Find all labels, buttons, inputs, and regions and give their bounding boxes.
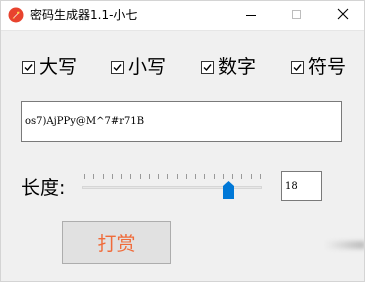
- slider-tick: [250, 174, 252, 179]
- slider-tick: [213, 174, 215, 179]
- symbols-label: 符号: [308, 56, 347, 78]
- slider-tick: [222, 174, 224, 179]
- slider-tick: [93, 174, 95, 179]
- slider-tick: [139, 174, 141, 179]
- close-button[interactable]: [320, 0, 365, 30]
- uppercase-label: 大写: [39, 56, 78, 78]
- slider-tick: [167, 174, 169, 179]
- decorative-shadow: [325, 241, 365, 249]
- slider-tick: [232, 174, 234, 179]
- slider-tick: [204, 174, 206, 179]
- checkmark-icon: [293, 63, 302, 71]
- window-title: 密码生成器1.1-小七: [30, 8, 138, 22]
- symbols-checkbox[interactable]: 符号: [291, 55, 346, 79]
- length-value: 18: [285, 181, 298, 192]
- password-output-field[interactable]: os7)AjPPy@M^7#r71B: [21, 101, 342, 142]
- maximize-button[interactable]: [274, 0, 320, 30]
- slider-tick: [84, 174, 85, 179]
- checkbox-box[interactable]: [111, 60, 124, 74]
- slider-tick: [241, 174, 243, 179]
- donate-button[interactable]: 打赏: [62, 221, 171, 264]
- donate-label: 打赏: [97, 233, 136, 255]
- checkbox-box[interactable]: [291, 60, 304, 74]
- digits-label: 数字: [218, 56, 257, 78]
- slider-tick: [158, 174, 160, 179]
- uppercase-checkbox[interactable]: 大写: [22, 55, 77, 79]
- slider-thumb[interactable]: [222, 181, 234, 199]
- rocket-icon: [8, 7, 24, 23]
- length-label: 长度:: [21, 177, 66, 199]
- minimize-button[interactable]: [228, 0, 274, 30]
- slider-tick: [121, 174, 123, 179]
- digits-checkbox[interactable]: 数字: [201, 55, 256, 79]
- slider-tick: [102, 174, 104, 179]
- checkmark-icon: [203, 63, 212, 71]
- slider-tick: [185, 174, 187, 179]
- slider-tick: [148, 174, 150, 179]
- checkmark-icon: [24, 63, 33, 71]
- length-slider[interactable]: [80, 170, 264, 202]
- password-text: os7)AjPPy@M^7#r71B: [25, 116, 145, 127]
- checkmark-icon: [113, 63, 122, 71]
- title-bar: 密码生成器1.1-小七: [0, 0, 365, 31]
- slider-track[interactable]: [82, 186, 262, 189]
- lowercase-label: 小写: [128, 56, 167, 78]
- slider-tick: [130, 174, 132, 179]
- slider-tick: [260, 174, 261, 179]
- lowercase-checkbox[interactable]: 小写: [111, 55, 166, 79]
- slider-tick: [176, 174, 178, 179]
- slider-tick: [195, 174, 197, 179]
- checkbox-box[interactable]: [22, 60, 35, 74]
- close-icon: [337, 8, 349, 20]
- checkbox-box[interactable]: [201, 60, 214, 74]
- length-input[interactable]: 18: [281, 171, 322, 201]
- slider-tick: [111, 174, 113, 179]
